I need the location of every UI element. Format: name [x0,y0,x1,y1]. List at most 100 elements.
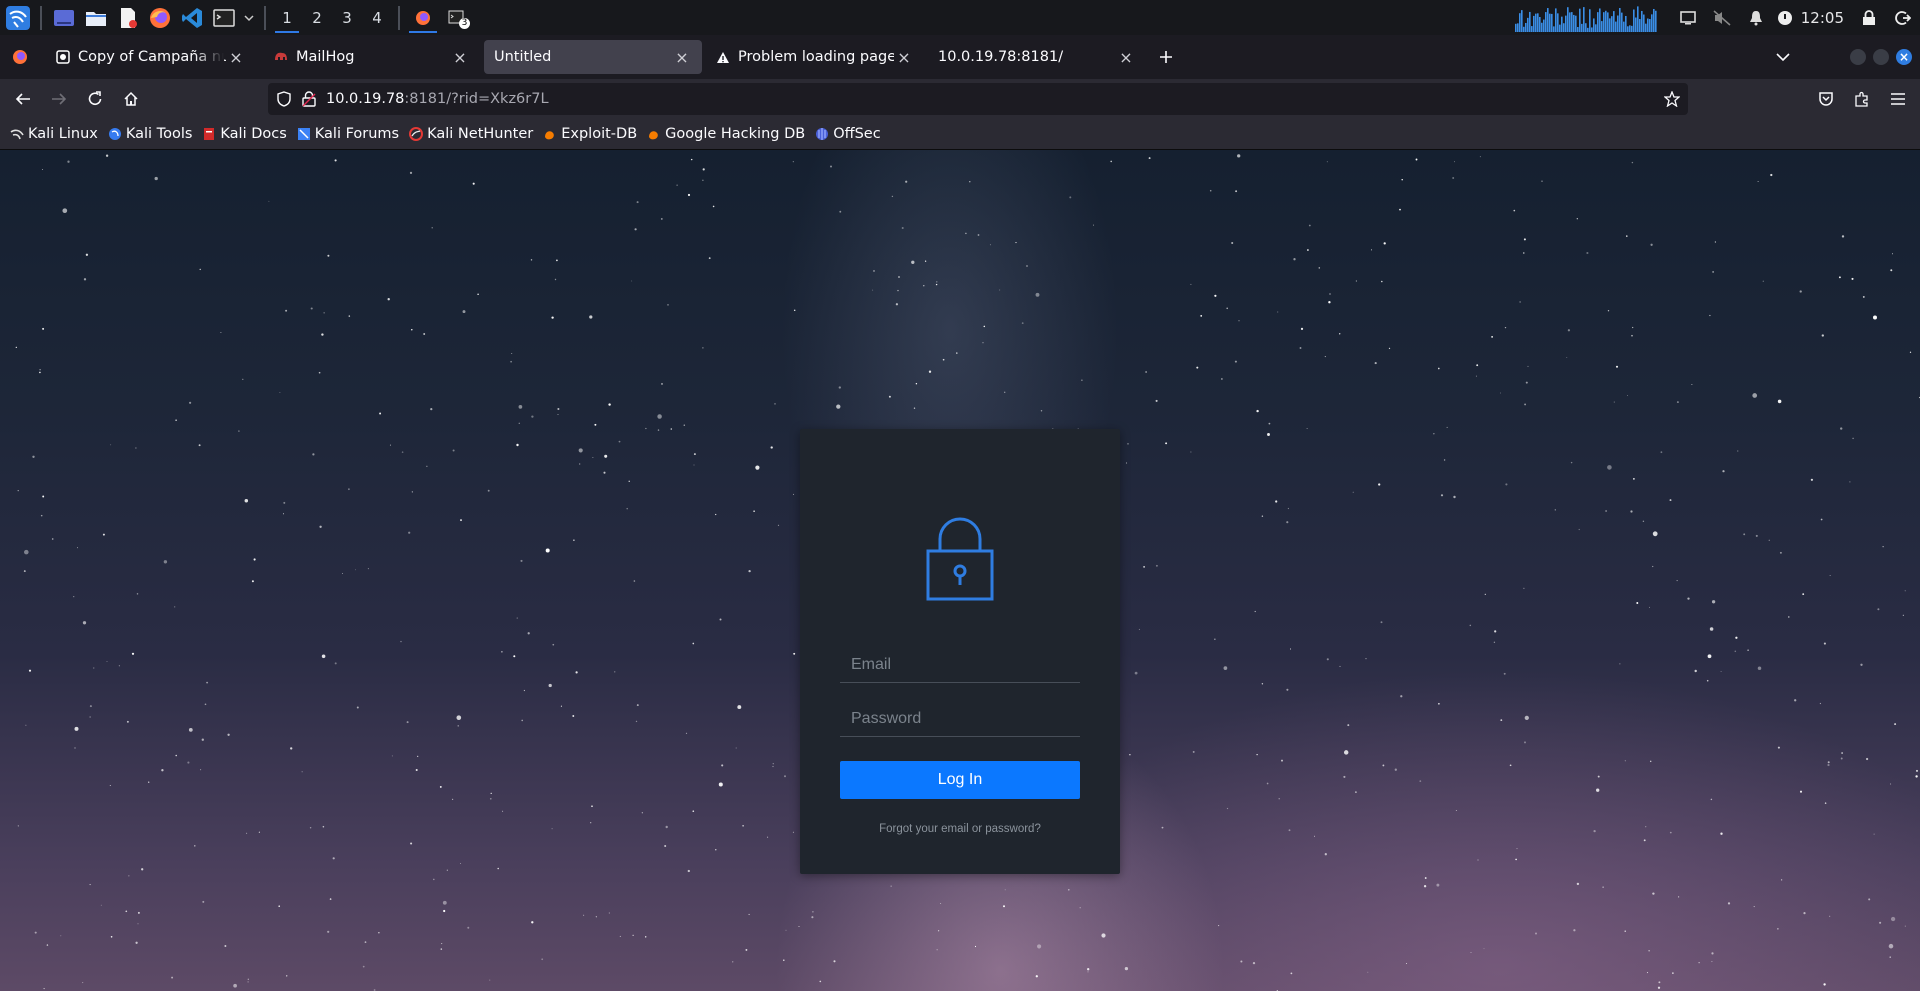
star [1841,235,1845,238]
star [676,184,678,186]
star [692,642,695,645]
workspace-2[interactable]: 2 [302,3,332,33]
bookmark-offsec[interactable]: OffSec [815,126,881,142]
star [1190,451,1192,453]
bookmark-kali-linux[interactable]: Kali Linux [10,126,98,142]
home-button[interactable] [115,83,147,115]
cpu-graph-bar [1520,9,1523,32]
star [895,303,899,306]
star [1505,483,1508,486]
star [1223,666,1228,670]
display-icon[interactable] [1671,0,1705,35]
tab-problem-loading[interactable]: Problem loading page × [706,40,924,74]
app-menu-button[interactable] [1880,83,1916,115]
star [554,278,557,281]
tab-campana[interactable]: Copy of Campaña nuevo ingreso × [46,40,256,74]
text-editor-icon[interactable] [114,4,142,32]
power-manager-icon[interactable] [1773,0,1797,35]
star [1329,293,1331,295]
close-tab-icon[interactable]: × [1116,47,1136,67]
star [793,652,796,655]
notifications-icon[interactable] [1739,0,1773,35]
star [575,671,578,674]
bookmark-label: Kali NetHunter [427,126,534,142]
firefox-view-button[interactable] [6,41,34,73]
close-tab-icon[interactable]: × [450,47,470,67]
tab-ip-8181[interactable]: 10.0.19.78:8181/ × [928,40,1146,74]
close-tab-icon[interactable]: × [672,47,692,67]
workspace-1[interactable]: 1 [272,3,302,33]
star [783,959,785,961]
close-tab-icon[interactable]: × [894,47,914,67]
pocket-button[interactable] [1808,83,1844,115]
workspace-3[interactable]: 3 [332,3,362,33]
vscode-icon[interactable] [178,4,206,32]
star [518,405,523,409]
terminal-launcher-icon[interactable] [210,4,238,32]
star [531,921,534,924]
star [1300,327,1304,331]
cpu-graph-bar [1598,7,1601,32]
star [1573,929,1576,932]
minimize-button[interactable] [1850,49,1866,65]
star [628,480,630,482]
tab-mailhog[interactable]: MailHog × [264,40,480,74]
chevron-down-icon[interactable] [242,4,256,32]
bookmark-kali-forums[interactable]: Kali Forums [297,126,399,142]
cpu-graph-bar [1516,22,1519,32]
star [15,346,17,349]
star [1226,307,1228,310]
bookmark-star-icon[interactable] [1664,91,1680,107]
show-desktop-icon[interactable] [50,4,78,32]
star [1626,235,1628,237]
workspace-4[interactable]: 4 [362,3,392,33]
lock-screen-icon[interactable] [1852,0,1886,35]
volume-muted-icon[interactable] [1705,0,1739,35]
star [1087,968,1090,971]
star [1711,961,1713,963]
ghdb-icon [649,131,658,140]
reload-button[interactable] [79,83,111,115]
extensions-button[interactable] [1844,83,1880,115]
clock[interactable]: 12:05 [1797,9,1852,27]
terminal-window-button[interactable]: 3 [440,3,474,33]
firefox-window-button[interactable] [406,3,440,33]
bookmark-exploit-db[interactable]: Exploit-DB [543,126,637,142]
password-input[interactable] [851,710,1080,728]
close-window-button[interactable]: × [1896,49,1912,65]
star [1829,575,1831,576]
pocket-icon [1819,92,1833,106]
star [1326,161,1328,163]
forward-button[interactable] [43,83,75,115]
insecure-lock-icon[interactable] [302,91,316,107]
url-bar[interactable]: 10.0.19.78:8181/?rid=Xkz6r7L [268,83,1688,115]
email-input[interactable] [851,656,1080,674]
star [693,464,695,466]
firefox-launcher-icon[interactable] [146,4,174,32]
star [188,728,193,732]
file-manager-icon[interactable] [82,4,110,32]
login-button[interactable]: Log In [840,761,1080,799]
list-all-tabs-button[interactable] [1767,41,1799,73]
forgot-credentials-link[interactable]: Forgot your email or password? [800,823,1120,835]
star [39,368,41,371]
bookmark-google-hacking-db[interactable]: Google Hacking DB [647,126,805,142]
maximize-button[interactable] [1873,49,1889,65]
bookmark-kali-docs[interactable]: Kali Docs [202,126,287,142]
star [1657,986,1661,989]
logout-icon[interactable] [1886,0,1920,35]
close-tab-icon[interactable]: × [226,47,246,67]
kali-menu-icon[interactable] [4,4,32,32]
back-button[interactable] [7,83,39,115]
star [1143,565,1146,568]
new-tab-button[interactable] [1150,41,1182,73]
bookmark-kali-tools[interactable]: Kali Tools [108,126,192,142]
star [24,549,29,555]
tab-untitled[interactable]: Untitled × [484,40,702,74]
shield-icon[interactable] [276,91,292,107]
bookmark-kali-nethunter[interactable]: Kali NetHunter [409,126,533,142]
star [1148,157,1151,160]
cpu-graph-bar [1616,15,1619,32]
star [39,371,41,374]
star [1889,956,1891,958]
